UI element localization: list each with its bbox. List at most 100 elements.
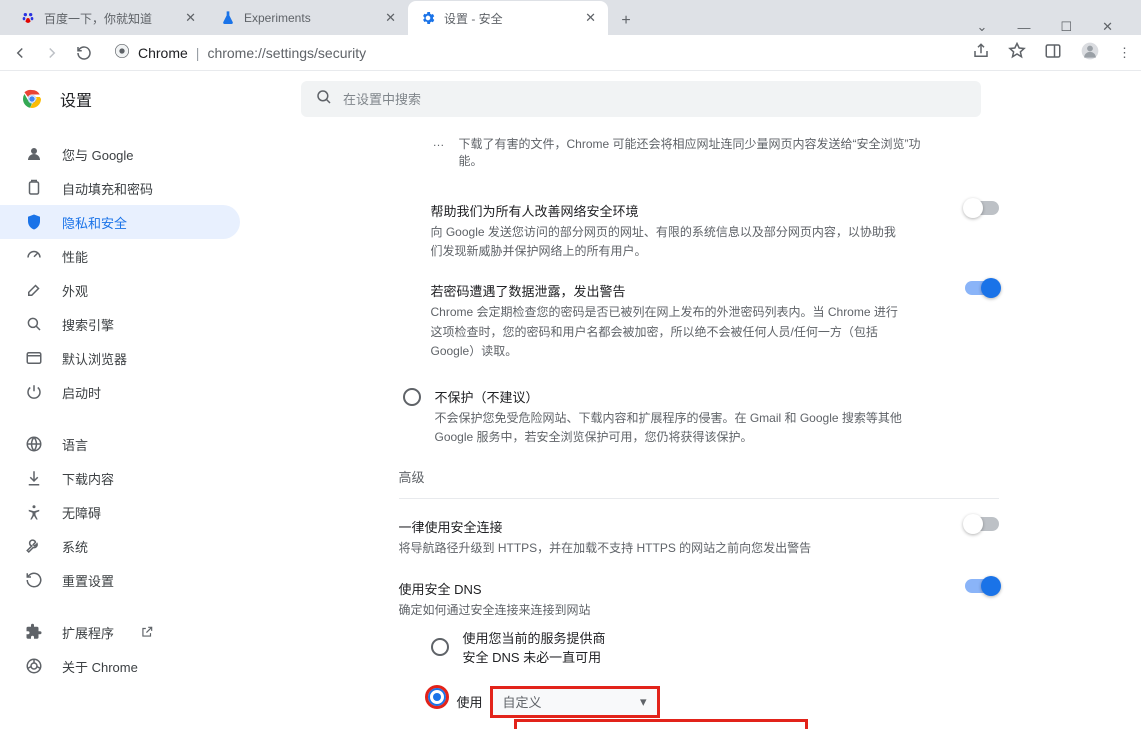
dns-option-current[interactable]: 使用您当前的服务提供商 安全 DNS 未必一直可用 (431, 622, 999, 672)
settings-title: 设置 (60, 87, 92, 111)
gear-icon (420, 10, 436, 26)
shield-icon (24, 213, 44, 231)
sidebar-item-autofill[interactable]: 自动填充和密码 (0, 171, 240, 205)
sidebar-item-label: 自动填充和密码 (62, 179, 153, 198)
row-desc: 安全 DNS 未必一直可用 (463, 647, 606, 666)
sidebar-item-label: 外观 (62, 281, 88, 300)
select-value: 自定义 (503, 692, 542, 711)
sidepanel-icon[interactable] (1044, 42, 1062, 63)
row-desc: 不会保护您免受危险网站、下载内容和扩展程序的侵害。在 Gmail 和 Googl… (435, 409, 905, 447)
tab-experiments[interactable]: Experiments ✕ (208, 1, 408, 35)
brush-icon (24, 281, 44, 299)
minimize-icon[interactable]: ― (1017, 20, 1030, 35)
share-icon[interactable] (972, 42, 990, 63)
radio-no-protection[interactable] (403, 388, 421, 406)
dns-custom-label: 使用 (457, 692, 483, 711)
tab-settings[interactable]: 设置 - 安全 ✕ (408, 1, 608, 35)
sidebar-item-lang[interactable]: 语言 (0, 427, 240, 461)
row-help-improve: 帮助我们为所有人改善网络安全环境 向 Google 发送您访问的部分网页的网址、… (431, 191, 999, 271)
sidebar-item-downloads[interactable]: 下载内容 (0, 461, 240, 495)
sidebar-item-label: 扩展程序 (62, 623, 114, 642)
close-icon[interactable]: ✕ (585, 10, 596, 26)
row-secure-dns: 使用安全 DNS 确定如何通过安全连接来连接到网站 (399, 565, 999, 622)
new-tab-button[interactable]: + (612, 7, 640, 35)
sidebar-item-you-google[interactable]: 您与 Google (0, 137, 240, 171)
chevron-down-icon: ▾ (640, 694, 647, 710)
url-path: chrome://settings/security (207, 45, 366, 61)
toggle-password-leak[interactable] (965, 281, 999, 295)
external-link-icon (140, 625, 154, 639)
flask-icon (220, 10, 236, 26)
sidebar-item-extensions[interactable]: 扩展程序 (0, 615, 240, 649)
globe-icon (24, 435, 44, 453)
row-desc: 确定如何通过安全连接来连接到网站 (399, 601, 591, 620)
forward-button[interactable] (42, 43, 62, 63)
radio-dns-current[interactable] (431, 638, 449, 656)
sidebar-item-reset[interactable]: 重置设置 (0, 563, 240, 597)
close-window-icon[interactable]: ✕ (1102, 19, 1113, 35)
sidebar-item-label: 下载内容 (62, 469, 114, 488)
address-bar[interactable]: Chrome | chrome://settings/security (106, 39, 960, 67)
sidebar-item-startup[interactable]: 启动时 (0, 375, 240, 409)
power-icon (24, 383, 44, 401)
sidebar-item-system[interactable]: 系统 (0, 529, 240, 563)
sidebar-item-about[interactable]: 关于 Chrome (0, 649, 240, 683)
reload-button[interactable] (74, 43, 94, 63)
tab-strip: 百度一下，你就知道 ✕ Experiments ✕ 设置 - 安全 ✕ + ⌄ … (0, 0, 1141, 35)
more-icon: … (433, 135, 445, 169)
profile-icon[interactable] (1080, 41, 1100, 64)
tab-title: Experiments (244, 11, 377, 25)
back-button[interactable] (10, 43, 30, 63)
chrome-logo-icon (20, 87, 44, 111)
download-icon (24, 469, 44, 487)
row-no-protection[interactable]: 不保护（不建议） 不会保护您免受危险网站、下载内容和扩展程序的侵害。在 Gmai… (399, 377, 999, 457)
content-area[interactable]: … 下载了有害的文件，Chrome 可能还会将相应网址连同少量网页内容发送给“安… (256, 127, 1141, 729)
tab-baidu[interactable]: 百度一下，你就知道 ✕ (8, 1, 208, 35)
person-icon (24, 145, 44, 163)
maximize-icon[interactable]: ☐ (1060, 19, 1072, 35)
sidebar-item-appearance[interactable]: 外观 (0, 273, 240, 307)
toggle-secure-dns[interactable] (965, 579, 999, 593)
dns-provider-select[interactable]: 自定义 ▾ (492, 688, 658, 716)
toggle-help-improve[interactable] (965, 201, 999, 215)
bookmark-icon[interactable] (1008, 42, 1026, 63)
sidebar-item-privacy[interactable]: 隐私和安全 (0, 205, 240, 239)
sidebar-item-label: 系统 (62, 537, 88, 556)
dns-option-custom[interactable]: 使用 自定义 ▾ (431, 672, 999, 722)
close-icon[interactable]: ✕ (185, 10, 196, 26)
row-title: 帮助我们为所有人改善网络安全环境 (431, 201, 901, 220)
accessibility-icon (24, 503, 44, 521)
tab-title: 百度一下，你就知道 (44, 10, 177, 27)
section-advanced: 高级 (399, 467, 999, 486)
sidebar-item-label: 关于 Chrome (62, 657, 138, 676)
sidebar-item-a11y[interactable]: 无障碍 (0, 495, 240, 529)
row-title: 使用您当前的服务提供商 (463, 628, 606, 647)
sidebar-item-label: 您与 Google (62, 145, 134, 164)
baidu-icon (20, 10, 36, 26)
restore-icon (24, 571, 44, 589)
sidebar-item-label: 启动时 (62, 383, 101, 402)
row-desc: 向 Google 发送您访问的部分网页的网址、有限的系统信息以及部分网页内容，以… (431, 223, 901, 261)
row-title: 不保护（不建议） (435, 387, 905, 406)
sidebar-item-label: 性能 (62, 247, 88, 266)
close-icon[interactable]: ✕ (385, 10, 396, 26)
sidebar-item-label: 无障碍 (62, 503, 101, 522)
sidebar-item-default[interactable]: 默认浏览器 (0, 341, 240, 375)
row-desc: Chrome 会定期检查您的密码是否已被列在网上发布的外泄密码列表内。当 Chr… (431, 303, 901, 361)
toggle-always-https[interactable] (965, 517, 999, 531)
clipboard-icon (24, 179, 44, 197)
sidebar-item-perf[interactable]: 性能 (0, 239, 240, 273)
row-title: 若密码遭遇了数据泄露，发出警告 (431, 281, 901, 300)
sidebar-item-label: 重置设置 (62, 571, 114, 590)
row-always-https: 一律使用安全连接 将导航路径升级到 HTTPS，并在加载不支持 HTTPS 的网… (399, 511, 999, 564)
kebab-menu-icon[interactable]: ⋮ (1118, 45, 1131, 61)
speed-icon (24, 247, 44, 265)
address-bar-row: Chrome | chrome://settings/security ⋮ (0, 35, 1141, 71)
sidebar-item-search[interactable]: 搜索引擎 (0, 307, 240, 341)
radio-dns-custom[interactable] (428, 688, 446, 706)
settings-sidebar: 您与 Google 自动填充和密码 隐私和安全 性能 外观 搜索引擎 默认浏览器… (0, 127, 256, 729)
settings-search[interactable]: 在设置中搜索 (301, 81, 981, 117)
sidebar-item-label: 默认浏览器 (62, 349, 127, 368)
chevron-down-icon[interactable]: ⌄ (977, 19, 988, 35)
settings-header: 设置 在设置中搜索 (0, 71, 1141, 127)
